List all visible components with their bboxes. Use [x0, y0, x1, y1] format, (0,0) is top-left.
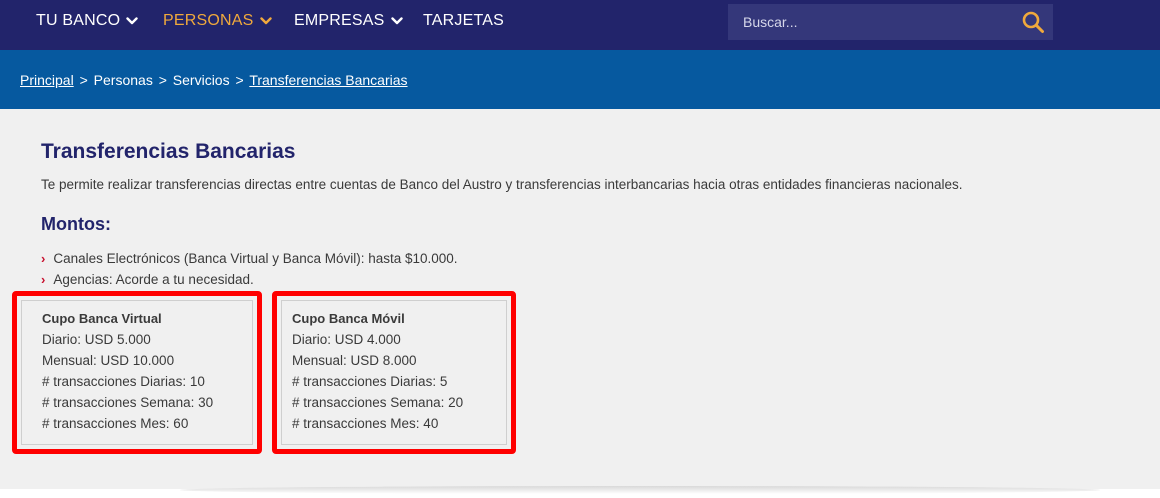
cupo-banca-virtual-card: Cupo Banca Virtual Diario: USD 5.000 Men… — [12, 291, 262, 454]
cupo-banca-movil-card: Cupo Banca Móvil Diario: USD 4.000 Mensu… — [272, 291, 516, 454]
cupo-line: Mensual: USD 10.000 — [42, 353, 175, 368]
breadcrumb-separator: > — [235, 72, 244, 88]
cupo-content: Cupo Banca Móvil Diario: USD 4.000 Mensu… — [292, 308, 463, 434]
breadcrumb-item-personas: Personas — [93, 72, 153, 88]
search-box — [728, 4, 1053, 40]
breadcrumb-separator: > — [158, 72, 167, 88]
cupo-line: Mensual: USD 8.000 — [292, 353, 417, 368]
nav-item-label: PERSONAS — [163, 12, 254, 29]
cupo-line: Diario: USD 5.000 — [42, 332, 151, 347]
cupo-line: # transacciones Mes: 40 — [292, 416, 439, 431]
top-navigation: TU BANCO PERSONAS EMPRESAS TARJETAS — [0, 0, 1160, 50]
chevron-right-icon: › — [41, 272, 46, 287]
breadcrumb-separator: > — [79, 72, 88, 88]
nav-item-tarjetas[interactable]: TARJETAS — [423, 12, 504, 30]
list-item: › Agencias: Acorde a tu necesidad. — [41, 269, 458, 290]
breadcrumb-bar: Principal > Personas > Servicios > Trans… — [0, 50, 1160, 109]
chevron-down-icon — [126, 17, 138, 25]
chevron-down-icon — [259, 17, 272, 25]
cupo-line: # transacciones Semana: 20 — [292, 395, 464, 410]
cupo-line: # transacciones Diarias: 5 — [292, 374, 448, 389]
search-input[interactable] — [728, 4, 998, 40]
breadcrumb-link-current[interactable]: Transferencias Bancarias — [249, 72, 407, 88]
main-content: Transferencias Bancarias Te permite real… — [0, 109, 1160, 489]
list-item-text: Agencias: Acorde a tu necesidad. — [53, 272, 254, 287]
page-title: Transferencias Bancarias — [41, 140, 296, 163]
nav-item-label: TU BANCO — [36, 12, 121, 29]
nav-item-empresas[interactable]: EMPRESAS — [294, 12, 403, 30]
breadcrumb-item-servicios: Servicios — [172, 72, 230, 88]
search-icon[interactable] — [1021, 10, 1045, 34]
cupo-title: Cupo Banca Virtual — [42, 311, 162, 326]
cupo-content: Cupo Banca Virtual Diario: USD 5.000 Men… — [42, 308, 213, 434]
nav-item-tu-banco[interactable]: TU BANCO — [36, 12, 138, 30]
breadcrumb-link-principal[interactable]: Principal — [20, 72, 74, 88]
montos-title: Montos: — [41, 214, 111, 234]
cupo-title: Cupo Banca Móvil — [292, 311, 405, 326]
list-item: › Canales Electrónicos (Banca Virtual y … — [41, 248, 458, 269]
nav-item-label: TARJETAS — [423, 12, 505, 29]
breadcrumb: Principal > Personas > Servicios > Trans… — [20, 72, 408, 88]
cupo-line: # transacciones Mes: 60 — [42, 416, 189, 431]
cupo-line: # transacciones Diarias: 10 — [42, 374, 205, 389]
cupo-line: # transacciones Semana: 30 — [42, 395, 214, 410]
nav-item-personas[interactable]: PERSONAS — [163, 12, 272, 30]
chevron-right-icon: › — [41, 251, 46, 266]
page-description: Te permite realizar transferencias direc… — [41, 177, 963, 192]
nav-item-label: EMPRESAS — [294, 12, 385, 29]
list-item-text: Canales Electrónicos (Banca Virtual y Ba… — [53, 251, 458, 266]
page-bottom-shadow — [180, 486, 1100, 494]
montos-list: › Canales Electrónicos (Banca Virtual y … — [41, 248, 458, 290]
cupo-line: Diario: USD 4.000 — [292, 332, 401, 347]
chevron-down-icon — [390, 17, 403, 25]
